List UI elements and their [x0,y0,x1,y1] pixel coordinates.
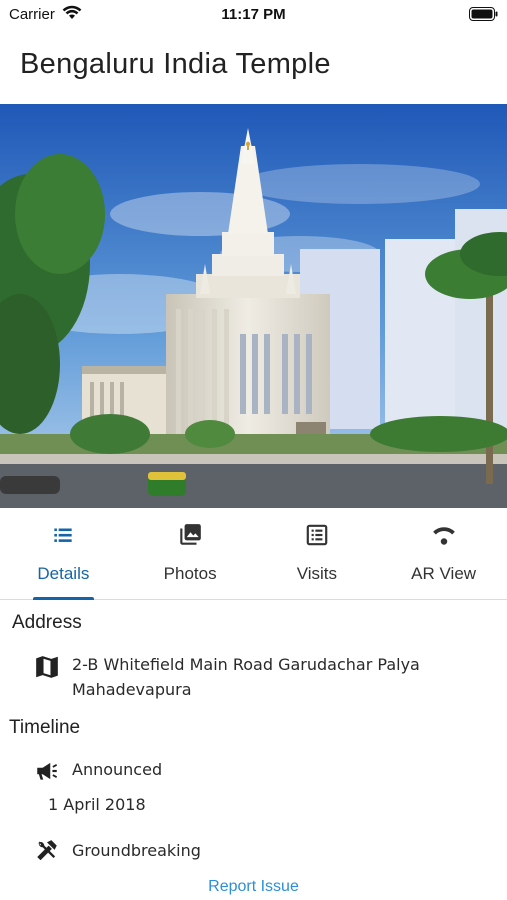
tab-ar-view[interactable]: AR View [380,508,507,599]
tab-photos[interactable]: Photos [127,508,254,599]
status-bar: Carrier 11:17 PM [0,0,507,28]
announced-label: Announced [72,760,163,779]
clock: 11:17 PM [221,6,286,23]
tab-visits[interactable]: Visits [254,508,381,599]
tab-label-ar-view: AR View [411,564,477,583]
tab-details[interactable]: Details [0,508,127,600]
temple-photo[interactable] [0,104,507,508]
report-issue-link[interactable]: Report Issue [0,878,507,896]
tab-label-visits: Visits [296,564,338,583]
page-title: Bengaluru India Temple [20,48,331,80]
map-icon [36,656,58,678]
list-icon [54,528,73,542]
tab-bar: Details Photos Visits AR View [0,508,507,600]
address-heading: Address [12,612,82,633]
megaphone-icon [37,762,58,780]
address-line-1: 2-B Whitefield Main Road Garudachar Paly… [72,655,420,674]
photo-library-icon [180,524,201,545]
list-alt-icon [306,524,328,546]
tools-icon [37,840,57,861]
address-line-2: Mahadevapura [72,680,192,699]
timeline-heading: Timeline [9,717,81,738]
active-tab-indicator [33,597,94,600]
temple-illustration [0,104,507,508]
announced-date: 1 April 2018 [48,795,146,814]
groundbreaking-label: Groundbreaking [72,841,201,860]
tab-label-details: Details [37,564,90,583]
wifi-signal-icon [432,527,455,545]
tab-label-photos: Photos [163,564,217,583]
battery-icon [469,7,498,21]
